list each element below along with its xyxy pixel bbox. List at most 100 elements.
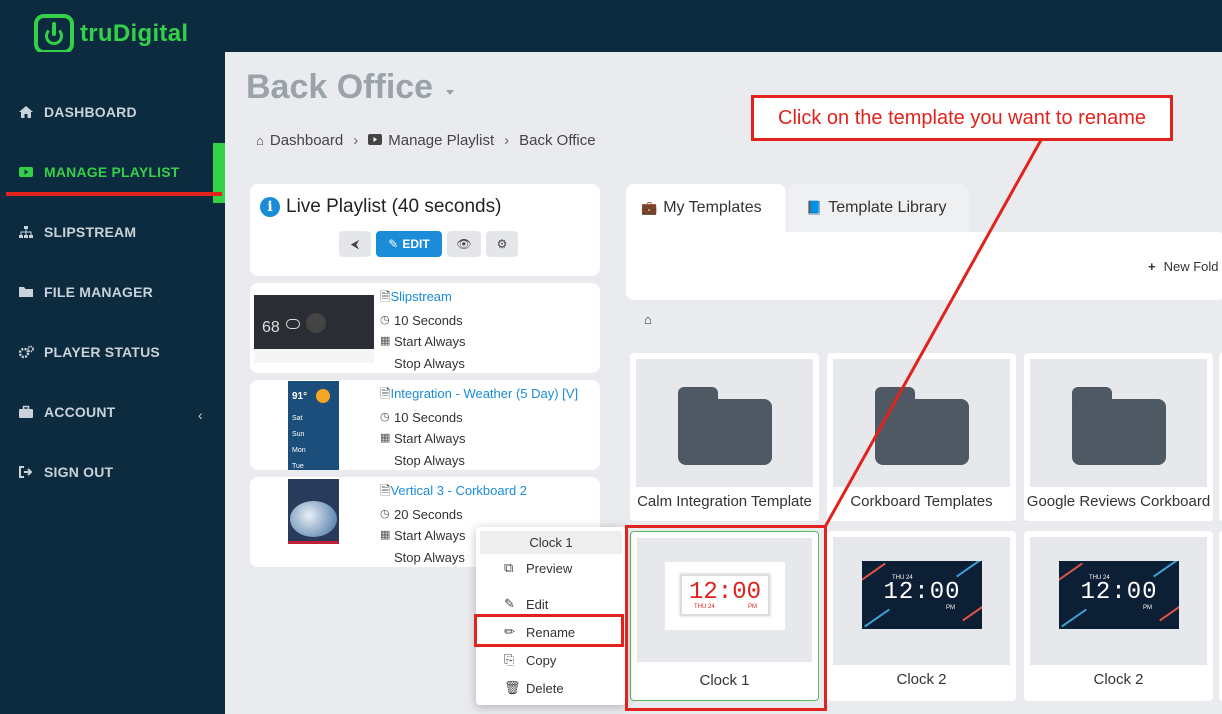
stop-text: Stop Always (394, 355, 465, 371)
gears-icon (18, 345, 34, 359)
book-icon: 📘 (806, 200, 823, 215)
info-icon: i (260, 197, 280, 217)
template-card[interactable]: THU 24 12:00 PM Clock 2 (827, 531, 1016, 701)
playlist-toolbar: ⮜ ✎ EDIT 👁 ⚙ (339, 231, 518, 257)
menu-item-preview[interactable]: ⧉ Preview (504, 560, 572, 576)
breadcrumb-manage-playlist[interactable]: Manage Playlist (388, 132, 494, 149)
sun-icon (316, 389, 330, 403)
sidebar-item-manage-playlist[interactable]: MANAGE PLAYLIST (18, 164, 180, 180)
template-thumbnail: THU 24 12:00 PM (1030, 537, 1207, 665)
playlist-title-text: Live Playlist (40 seconds) (286, 196, 502, 217)
thumb-temp: 68 (262, 319, 280, 336)
brand-logo[interactable]: truDigital (34, 14, 188, 54)
sidebar-item-label: ACCOUNT (44, 404, 116, 420)
template-card[interactable]: THU 24 12:00 PM Clock 2 (1024, 531, 1213, 701)
duration-row: ◷ 10 Seconds (380, 410, 578, 426)
breadcrumb-dashboard[interactable]: Dashboard (270, 132, 343, 149)
cloud-icon (286, 319, 300, 329)
playlist-item-link[interactable]: 🗎Slipstream (380, 289, 466, 305)
stop-text: Stop Always (394, 452, 465, 468)
sidebar-item-account[interactable]: ACCOUNT (18, 404, 115, 420)
annotation-underline (6, 192, 222, 196)
edit-button[interactable]: ✎ EDIT (376, 231, 442, 257)
menu-item-delete[interactable]: 🗑 Delete (504, 680, 564, 696)
sidebar-item-dashboard[interactable]: DASHBOARD (18, 104, 137, 120)
stop-row: Stop Always (380, 356, 466, 372)
caret-down-icon[interactable] (446, 90, 454, 95)
menu-item-label: Delete (526, 680, 564, 696)
stop-row: Stop Always (380, 453, 578, 469)
context-menu-title: Clock 1 (480, 531, 622, 554)
menu-item-label: Edit (526, 596, 549, 612)
folder-thumbnail (1030, 359, 1207, 487)
sidebar-item-label: MANAGE PLAYLIST (44, 164, 180, 180)
thumb-ticker (254, 349, 374, 363)
breadcrumb-separator: › (504, 132, 510, 149)
folder-thumbnail (833, 359, 1010, 487)
tab-template-library[interactable]: 📘 Template Library (788, 184, 969, 232)
page-title[interactable]: Back Office (246, 68, 433, 107)
folder-card[interactable]: Calm Integration Template (630, 353, 819, 521)
start-text: Start Always (394, 431, 466, 447)
breadcrumb: ⌂ Dashboard › Manage Playlist › Back Off… (256, 132, 596, 149)
clock-ampm: PM (946, 605, 955, 611)
preview-button[interactable]: 👁 (447, 231, 481, 257)
top-bar: truDigital (0, 0, 1222, 54)
sidebar-item-label: SIGN OUT (44, 464, 114, 480)
briefcase-icon (18, 405, 34, 419)
templates-toolbar-panel (626, 232, 1222, 300)
sidebar-item-label: PLAYER STATUS (44, 344, 160, 360)
start-text: Start Always (394, 334, 466, 350)
folder-card[interactable]: Corkboard Templates (827, 353, 1016, 521)
folder-thumbnail (636, 359, 813, 487)
sidebar-item-player-status[interactable]: PLAYER STATUS (18, 344, 160, 360)
new-folder-button[interactable]: + New Fold (1148, 259, 1219, 274)
sign-out-icon (18, 465, 34, 479)
thumb-day: Mon (292, 447, 306, 454)
clock-icon: ◷ (380, 507, 390, 520)
duration-row: ◷ 20 Seconds (380, 507, 527, 523)
breadcrumb-back-office: Back Office (519, 132, 596, 149)
home-icon: ⌂ (256, 133, 264, 148)
thumb-temp: 91° (292, 391, 308, 402)
thumb-days: Sat Sun Mon Tue (292, 411, 306, 475)
calendar-icon: ▦ (380, 432, 391, 445)
sidebar-item-sign-out[interactable]: SIGN OUT (18, 464, 113, 480)
playlist-item-link[interactable]: 🗎Integration - Weather (5 Day) [V] (380, 386, 578, 402)
sidebar-item-label: DASHBOARD (44, 104, 137, 120)
home-icon (18, 105, 34, 119)
folder-icon (18, 285, 34, 299)
duration-text: 10 Seconds (394, 409, 463, 425)
thumb-decoration (306, 313, 326, 333)
calendar-icon: ▦ (380, 335, 391, 348)
menu-item-label: Preview (526, 560, 573, 576)
playlist-item-link[interactable]: 🗎Vertical 3 - Corkboard 2 (380, 483, 527, 499)
home-icon[interactable]: ⌂ (644, 312, 652, 327)
back-button[interactable]: ⮜ (339, 231, 371, 257)
tab-my-templates[interactable]: 💼 My Templates (626, 184, 786, 232)
briefcase-icon: 💼 (641, 200, 658, 215)
folder-card[interactable]: Google Reviews Corkboard (1024, 353, 1213, 521)
annotation-template-highlight (625, 525, 827, 711)
clock-time: 12:00 (883, 579, 961, 606)
calendar-icon: ▦ (380, 529, 391, 542)
start-row: ▦ Start Always (380, 334, 466, 350)
playlist-item-name: Integration - Weather (5 Day) [V] (390, 386, 579, 401)
menu-item-edit[interactable]: ✎ Edit (504, 596, 548, 612)
duration-text: 20 Seconds (394, 506, 463, 522)
gears-icon: ⚙ (496, 237, 508, 251)
playlist-item[interactable]: 91° Sat Sun Mon Tue 🗎Integration - Weath… (250, 380, 600, 470)
playlist-item-meta: 🗎Integration - Weather (5 Day) [V] ◷ 10 S… (380, 386, 578, 474)
clock-icon: ◷ (380, 410, 390, 423)
chevron-left-icon[interactable]: ‹ (198, 407, 203, 423)
sidebar-item-slipstream[interactable]: SLIPSTREAM (18, 224, 136, 240)
settings-button[interactable]: ⚙ (486, 231, 518, 257)
menu-item-copy[interactable]: ⎘ Copy (504, 652, 556, 668)
power-logo-icon (34, 14, 74, 54)
sitemap-icon (18, 225, 34, 239)
sidebar-item-file-manager[interactable]: FILE MANAGER (18, 284, 153, 300)
document-icon: 🗎 (380, 289, 391, 304)
stop-text: Stop Always (394, 549, 465, 565)
playlist-item[interactable]: 68 🗎Slipstream ◷ 10 Seconds ▦ Start Always… (250, 283, 600, 373)
folder-label: Google Reviews Corkboard (1026, 493, 1211, 510)
